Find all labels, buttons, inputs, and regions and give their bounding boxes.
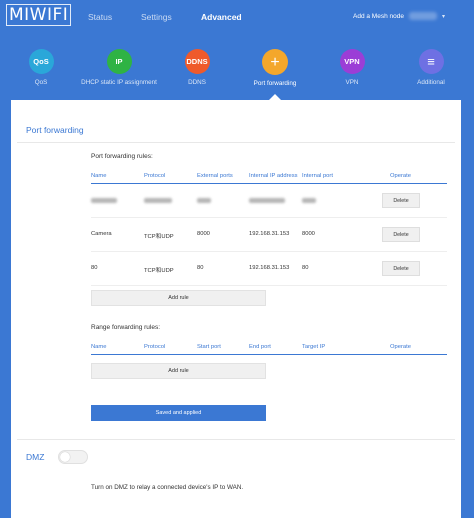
redacted-name xyxy=(91,198,117,203)
feature-qos[interactable]: QoS QoS xyxy=(1,49,81,86)
cell-internal-ip: 192.168.31.153 xyxy=(249,231,290,237)
cell-internal-ip: 192.168.31.153 xyxy=(249,265,290,271)
router-name-redacted[interactable] xyxy=(409,12,437,20)
cell-external-port: 8000 xyxy=(197,231,210,237)
toggle-knob xyxy=(60,452,70,462)
cell-internal-port: 80 xyxy=(302,265,309,271)
feature-label: DDNS xyxy=(188,79,206,86)
content-card: Port forwarding Port forwarding rules: N… xyxy=(11,100,461,518)
col-protocol: Protocol xyxy=(144,173,166,179)
feature-label: Port forwarding xyxy=(253,80,297,87)
feature-label: Additional xyxy=(417,79,445,86)
col-name: Name xyxy=(91,344,107,350)
delete-button[interactable]: Delete xyxy=(382,261,420,276)
add-range-rule-button[interactable]: Add rule xyxy=(91,363,266,379)
col-operate: Operate xyxy=(390,344,411,350)
cell-name: 80 xyxy=(91,265,98,271)
feature-port-forwarding[interactable]: + Port forwarding xyxy=(235,49,315,87)
section-title-port-forwarding: Port forwarding xyxy=(26,125,84,135)
col-start-port: Start port xyxy=(197,344,221,350)
feature-label: QoS xyxy=(34,79,48,86)
col-internal-port: Internal port xyxy=(302,173,333,179)
col-internal-ip: Internal IP address xyxy=(249,173,298,179)
delete-button[interactable]: Delete xyxy=(382,193,420,208)
redacted-external-port xyxy=(197,198,211,203)
table-row: Delete xyxy=(91,184,447,218)
chevron-down-icon[interactable]: ▾ xyxy=(442,13,445,20)
section-title-dmz: DMZ xyxy=(26,452,45,462)
vpn-icon: VPN xyxy=(339,49,365,74)
delete-button[interactable]: Delete xyxy=(382,227,420,242)
cell-external-port: 80 xyxy=(197,265,204,271)
port-forwarding-rules-title: Port forwarding rules: xyxy=(91,153,153,160)
col-end-port: End port xyxy=(249,344,271,350)
redacted-internal-port xyxy=(302,198,316,203)
ip-icon: IP xyxy=(106,49,132,74)
range-forwarding-rules-title: Range forwarding rules: xyxy=(91,324,161,331)
divider xyxy=(17,439,455,440)
miwifi-logo: MIWIFI xyxy=(6,4,72,26)
redacted-protocol xyxy=(144,198,172,203)
cell-name: Camera xyxy=(91,231,112,237)
table-row: 80 TCP和UDP 80 192.168.31.153 80 Delete xyxy=(91,252,447,286)
add-mesh-node-link[interactable]: Add a Mesh node xyxy=(353,13,404,20)
col-external-ports: External ports xyxy=(197,173,233,179)
feature-vpn[interactable]: VPN VPN xyxy=(312,49,392,86)
divider xyxy=(17,142,455,143)
port-rules-table-header: Name Protocol External ports Internal IP… xyxy=(91,172,447,184)
feature-ddns[interactable]: DDNS DDNS xyxy=(157,49,237,86)
feature-icon-row: QoS QoS IP DHCP static IP assignment DDN… xyxy=(0,49,474,99)
feature-additional[interactable]: ≡ Additional xyxy=(391,49,471,86)
feature-label: DHCP static IP assignment xyxy=(81,79,157,86)
col-target-ip: Target IP xyxy=(302,344,326,350)
range-rules-table-header: Name Protocol Start port End port Target… xyxy=(91,343,447,355)
col-name: Name xyxy=(91,173,107,179)
nav-advanced[interactable]: Advanced xyxy=(201,12,242,22)
cell-protocol: TCP和UDP xyxy=(144,234,174,240)
dmz-description: Turn on DMZ to relay a connected device'… xyxy=(91,484,244,491)
nav-status[interactable]: Status xyxy=(88,12,112,22)
cell-protocol: TCP和UDP xyxy=(144,268,174,274)
qos-icon: QoS xyxy=(28,49,54,74)
feature-label: VPN xyxy=(345,79,359,86)
table-row: Camera TCP和UDP 8000 192.168.31.153 8000 … xyxy=(91,218,447,252)
save-and-apply-button[interactable]: Saved and applied xyxy=(91,405,266,421)
top-bar: MIWIFI Status Settings Advanced Add a Me… xyxy=(0,0,474,40)
col-protocol: Protocol xyxy=(144,344,166,350)
dmz-toggle[interactable] xyxy=(58,450,88,464)
add-port-rule-button[interactable]: Add rule xyxy=(91,290,266,306)
redacted-ip xyxy=(249,198,285,203)
menu-icon: ≡ xyxy=(418,49,444,74)
ddns-icon: DDNS xyxy=(184,49,210,74)
cell-internal-port: 8000 xyxy=(302,231,315,237)
nav-settings[interactable]: Settings xyxy=(141,12,172,22)
port-forwarding-icon: + xyxy=(262,49,288,75)
feature-dhcp-static-ip[interactable]: IP DHCP static IP assignment xyxy=(79,49,159,86)
col-operate: Operate xyxy=(390,173,411,179)
